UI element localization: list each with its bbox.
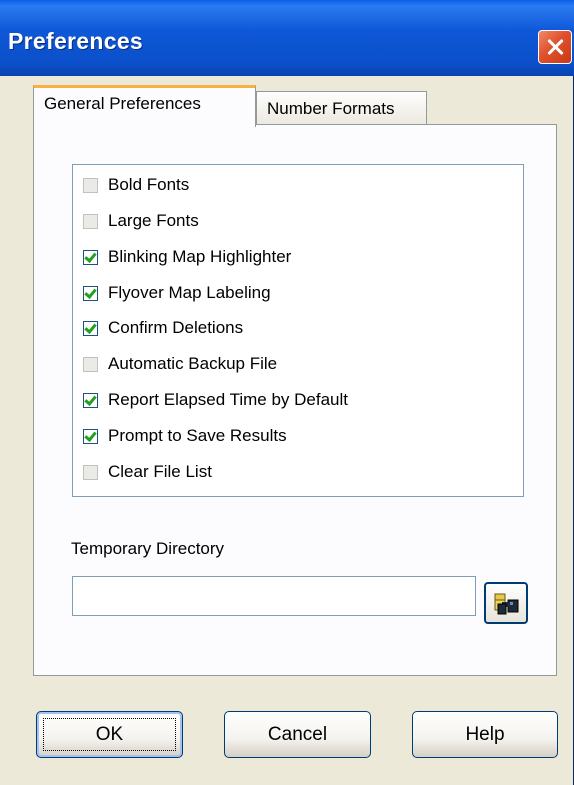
temporary-directory-label: Temporary Directory [71, 539, 225, 558]
option-flyover-map-labeling[interactable]: Flyover Map Labeling [83, 280, 271, 306]
option-label: Large Fonts [108, 211, 199, 230]
option-clear-file-list[interactable]: Clear File List [83, 459, 212, 485]
checkbox[interactable] [83, 249, 98, 265]
checkbox[interactable] [83, 464, 98, 480]
temporary-directory-input[interactable] [72, 576, 476, 616]
option-prompt-to-save-results[interactable]: Prompt to Save Results [83, 423, 287, 449]
focus-ring [43, 718, 176, 751]
cancel-button[interactable]: Cancel [224, 711, 371, 758]
option-label: Blinking Map Highlighter [108, 247, 292, 266]
check-mark-icon [84, 428, 97, 442]
option-confirm-deletions[interactable]: Confirm Deletions [83, 315, 243, 341]
checkbox[interactable] [83, 213, 98, 229]
help-button[interactable]: Help [412, 711, 558, 758]
tab-general-preferences[interactable]: General Preferences [33, 85, 256, 127]
option-label: Automatic Backup File [108, 354, 278, 373]
title-bar[interactable]: Preferences [0, 0, 574, 76]
option-label: Clear File List [108, 462, 212, 481]
preferences-dialog: Preferences General Preferences Number F… [0, 0, 574, 785]
tab-number-formats[interactable]: Number Formats [256, 91, 427, 124]
checkbox[interactable] [83, 285, 98, 301]
checkbox[interactable] [83, 320, 98, 336]
option-report-elapsed-time[interactable]: Report Elapsed Time by Default [83, 387, 348, 413]
window-title: Preferences [8, 28, 143, 54]
option-label: Flyover Map Labeling [108, 283, 271, 302]
options-checklist[interactable]: Bold Fonts Large Fonts Blinking Map High… [72, 164, 524, 497]
option-label: Bold Fonts [108, 175, 190, 194]
check-mark-icon [84, 320, 97, 334]
checkbox[interactable] [83, 428, 98, 444]
option-label: Prompt to Save Results [108, 426, 287, 445]
browse-button[interactable] [484, 582, 528, 624]
option-label: Report Elapsed Time by Default [108, 390, 349, 409]
checkbox[interactable] [83, 177, 98, 193]
option-blinking-map-highlighter[interactable]: Blinking Map Highlighter [83, 244, 291, 270]
option-automatic-backup-file[interactable]: Automatic Backup File [83, 351, 277, 377]
check-mark-icon [84, 249, 97, 263]
ok-button[interactable]: OK [36, 711, 183, 758]
check-mark-icon [84, 285, 97, 299]
option-label: Confirm Deletions [108, 318, 244, 337]
check-mark-icon [84, 392, 97, 406]
binoculars-icon [494, 593, 519, 615]
checkbox[interactable] [83, 392, 98, 408]
checkbox[interactable] [83, 356, 98, 372]
close-icon[interactable] [538, 30, 572, 64]
option-bold-fonts[interactable]: Bold Fonts [83, 172, 189, 198]
option-large-fonts[interactable]: Large Fonts [83, 208, 199, 234]
